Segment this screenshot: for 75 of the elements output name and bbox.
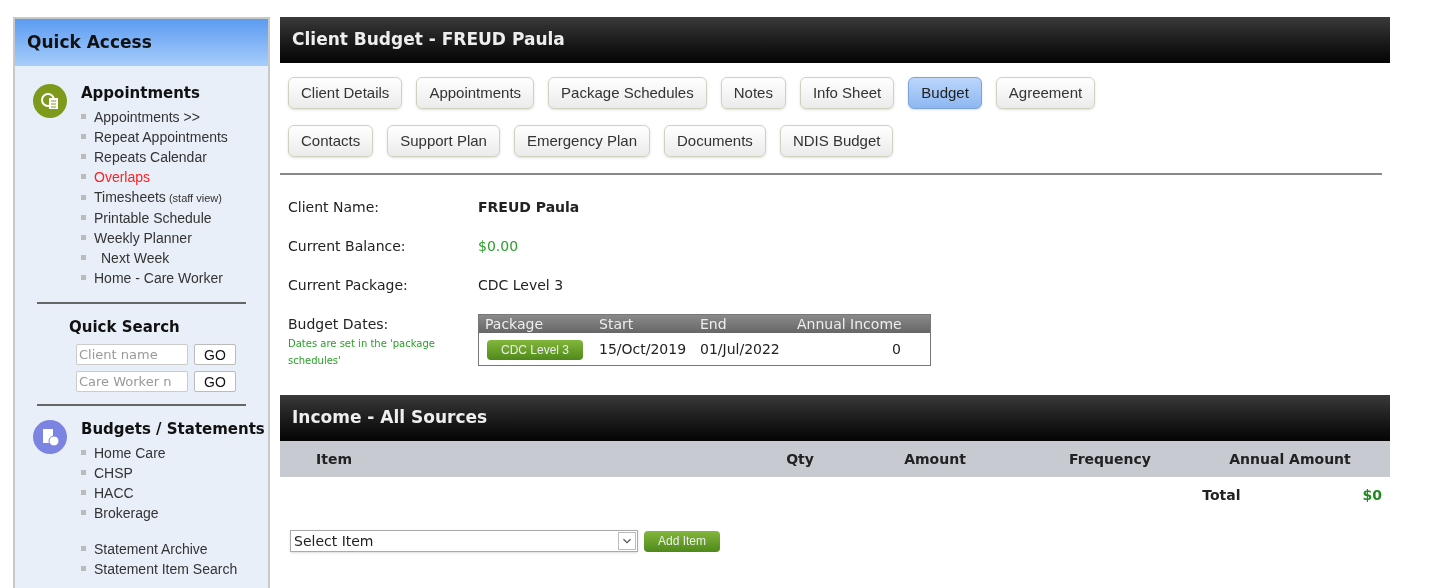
table-cell-text: 0 bbox=[891, 339, 901, 359]
column-header: Amount bbox=[903, 449, 967, 469]
column-header: End bbox=[699, 315, 728, 333]
section-title-bar: Income - All Sources bbox=[280, 395, 1390, 441]
sidebar-link[interactable]: Statement Archive bbox=[94, 538, 208, 559]
sidebar-link[interactable]: Brokerage bbox=[94, 502, 159, 523]
field-label: Budget Dates: bbox=[288, 315, 390, 334]
bullet-icon bbox=[81, 566, 86, 571]
column-header: Annual Amount bbox=[1228, 449, 1352, 469]
bullet-icon bbox=[81, 450, 86, 455]
tab[interactable]: Agreement bbox=[995, 77, 1096, 109]
section-heading: Appointments bbox=[81, 83, 201, 104]
bullet-icon bbox=[81, 490, 86, 495]
bullet-icon bbox=[81, 546, 86, 551]
go-button[interactable]: GO bbox=[194, 344, 236, 365]
bullet-icon bbox=[81, 215, 86, 220]
tab[interactable]: Appointments bbox=[416, 77, 535, 109]
sidebar-link[interactable]: Weekly Planner bbox=[94, 227, 192, 248]
total-label: Total bbox=[1202, 485, 1241, 505]
bullet-icon bbox=[81, 154, 86, 159]
tab[interactable]: Contacts bbox=[288, 125, 374, 157]
field-label: Client Name: bbox=[288, 198, 380, 217]
field-value: FREUD Paula bbox=[478, 198, 580, 217]
bullet-icon bbox=[81, 275, 86, 280]
sidebar-link[interactable]: Timesheets (staff view) bbox=[94, 186, 222, 208]
search-field[interactable]: Care Worker n bbox=[76, 371, 188, 392]
sidebar-link[interactable]: Appointments >> bbox=[94, 106, 200, 127]
sidebar-link[interactable]: Repeat Appointments bbox=[94, 126, 228, 147]
sidebar-link[interactable]: Statement Item Search bbox=[94, 558, 238, 579]
sidebar-link[interactable]: Home Care bbox=[94, 442, 166, 463]
tab[interactable]: Documents bbox=[664, 125, 766, 157]
section-heading: Budgets / Statements bbox=[81, 419, 265, 440]
bullet-icon bbox=[81, 194, 86, 200]
sidebar-link[interactable]: Next Week bbox=[94, 247, 170, 268]
tab[interactable]: NDIS Budget bbox=[779, 125, 894, 157]
table-cell-text: 15/Oct/2019 bbox=[598, 339, 688, 359]
tab[interactable]: Info Sheet bbox=[799, 77, 895, 109]
total-value: $0 bbox=[1362, 485, 1382, 505]
search-field[interactable]: Client name bbox=[76, 344, 188, 365]
bullet-icon bbox=[81, 510, 86, 515]
column-header: Frequency bbox=[1068, 449, 1152, 469]
field-value: $0.00 bbox=[478, 237, 519, 256]
field-label: Current Package: bbox=[288, 276, 409, 295]
section-heading: Quick Search bbox=[68, 316, 181, 338]
tab[interactable]: Emergency Plan bbox=[513, 125, 650, 157]
column-header: Item bbox=[315, 449, 353, 469]
field-value: CDC Level 3 bbox=[478, 276, 564, 295]
bullet-icon bbox=[81, 255, 86, 260]
hint-text: Dates are set in the 'package schedules' bbox=[288, 337, 436, 368]
tab[interactable]: Client Details bbox=[288, 77, 403, 109]
bullet-icon bbox=[81, 470, 86, 475]
table-cell-text: 01/Jul/2022 bbox=[699, 339, 781, 359]
sidebar-link[interactable]: Home - Care Worker bbox=[94, 267, 223, 288]
column-header: Package bbox=[484, 315, 545, 333]
tab[interactable]: Package Schedules bbox=[548, 77, 707, 109]
tab[interactable]: Support Plan bbox=[387, 125, 500, 157]
bullet-icon bbox=[81, 235, 86, 240]
tab[interactable]: Notes bbox=[720, 77, 786, 109]
tab[interactable]: Budget bbox=[908, 77, 982, 109]
chevron-down-icon bbox=[618, 532, 636, 550]
page-title-bar: Client Budget - FREUD Paula bbox=[280, 17, 1390, 63]
bullet-icon bbox=[81, 134, 86, 139]
field-label: Current Balance: bbox=[288, 237, 407, 256]
bullet-icon bbox=[81, 114, 86, 119]
sidebar-link[interactable]: CHSP bbox=[94, 462, 133, 483]
bullet-icon bbox=[81, 174, 86, 179]
item-select[interactable]: Select Item bbox=[290, 530, 638, 552]
sidebar-link[interactable]: HACC bbox=[94, 482, 134, 503]
column-header: Qty bbox=[785, 449, 815, 469]
go-button[interactable]: GO bbox=[194, 371, 236, 392]
column-header: Start bbox=[598, 315, 635, 333]
sidebar-link[interactable]: Repeats Calendar bbox=[94, 146, 207, 167]
sidebar-title: Quick Access bbox=[15, 19, 268, 66]
column-header: Annual Income bbox=[796, 315, 903, 333]
sidebar-link[interactable]: Printable Schedule bbox=[94, 207, 212, 228]
